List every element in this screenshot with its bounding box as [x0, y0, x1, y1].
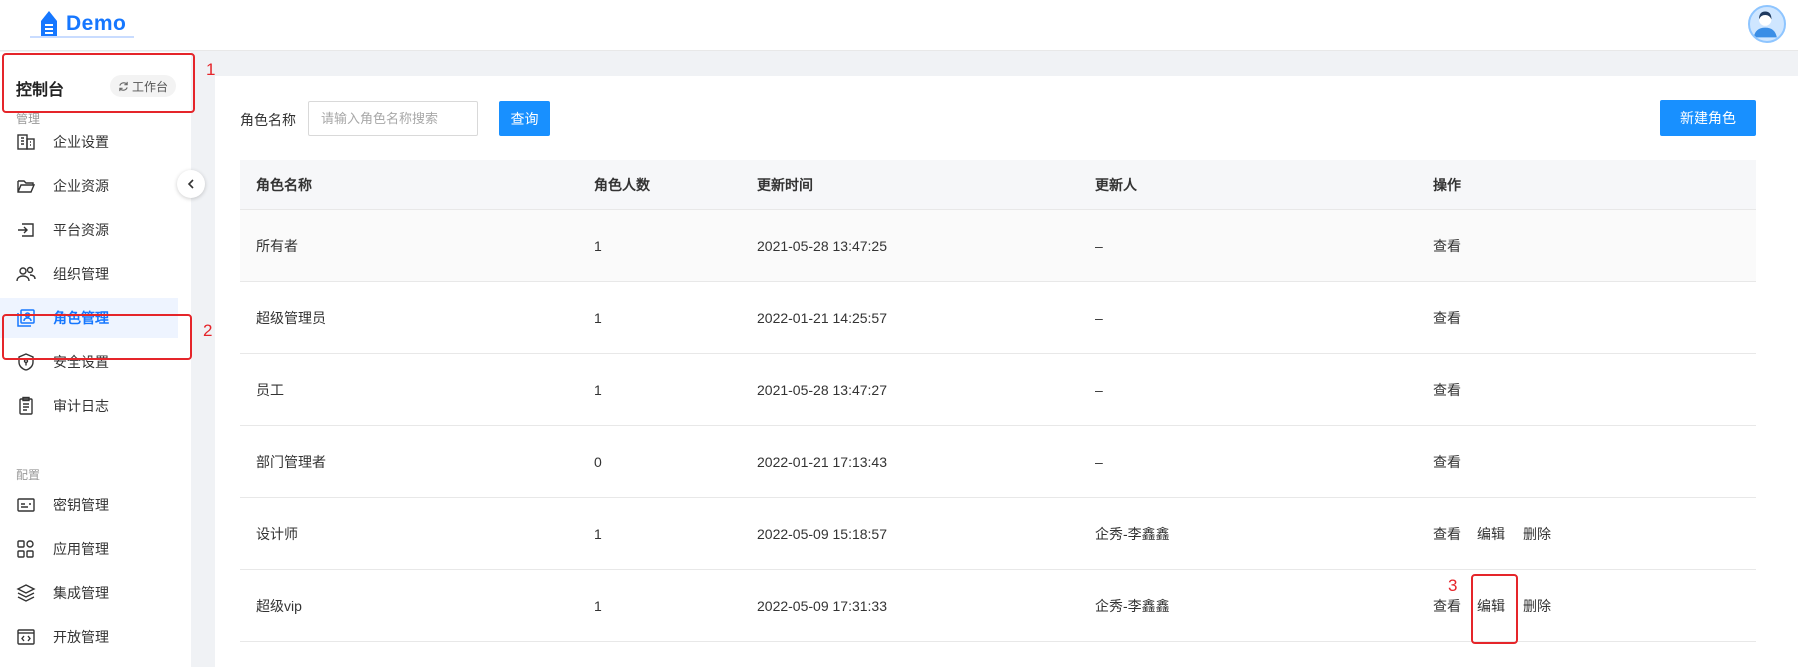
- sidebar-item-enterprise-settings[interactable]: 企业设置: [0, 122, 178, 162]
- sidebar-item-key-management[interactable]: 密钥管理: [0, 485, 178, 525]
- updater: –: [1095, 310, 1103, 326]
- column-header-name: 角色名称: [256, 177, 312, 193]
- layers-icon: [15, 582, 37, 604]
- query-button[interactable]: 查询: [499, 101, 550, 136]
- update-time: 2022-05-09 15:18:57: [757, 526, 887, 542]
- role-count: 1: [594, 598, 602, 614]
- role-name-filter-label: 角色名称: [240, 112, 296, 128]
- sidebar-item-app-management[interactable]: 应用管理: [0, 529, 178, 569]
- column-header-updater: 更新人: [1095, 177, 1137, 193]
- role-name: 部门管理者: [256, 454, 326, 470]
- sidebar-item-audit-log[interactable]: 审计日志: [0, 386, 178, 426]
- sidebar-item-label: 审计日志: [53, 398, 109, 414]
- section-label-config: 配置: [16, 468, 41, 482]
- login-icon: [15, 219, 37, 241]
- view-link[interactable]: 查看: [1433, 426, 1461, 498]
- updater: 企秀-李鑫鑫: [1095, 598, 1170, 614]
- table-row: 员工 1 2021-05-28 13:47:27 – 查看: [240, 354, 1756, 426]
- role-name: 超级vip: [256, 598, 302, 614]
- updater: –: [1095, 454, 1103, 470]
- table-row: 超级管理员 1 2022-01-21 14:25:57 – 查看: [240, 282, 1756, 354]
- table-header: 角色名称 角色人数 更新时间 更新人 操作: [240, 160, 1756, 210]
- update-time: 2022-01-21 17:13:43: [757, 454, 887, 470]
- role-name: 所有者: [256, 238, 298, 254]
- main-content: 角色名称 查询 新建角色 角色名称 角色人数 更新时间 更新人 操作 所有者 1…: [215, 76, 1798, 667]
- table-row: 部门管理者 0 2022-01-21 17:13:43 – 查看: [240, 426, 1756, 498]
- building-logo-icon: [41, 11, 57, 37]
- view-link[interactable]: 查看: [1433, 498, 1461, 570]
- code-window-icon: [15, 626, 37, 648]
- sidebar-item-label: 平台资源: [53, 222, 109, 238]
- role-name: 员工: [256, 382, 284, 398]
- building-icon: [15, 131, 37, 153]
- clipboard-icon: [15, 395, 37, 417]
- updater: 企秀-李鑫鑫: [1095, 526, 1170, 542]
- sidebar-item-open-management[interactable]: 开放管理: [0, 617, 178, 657]
- sidebar-item-label: 开放管理: [53, 629, 109, 645]
- sidebar-item-label: 企业设置: [53, 134, 109, 150]
- chevron-left-icon: [187, 179, 194, 189]
- role-count: 1: [594, 526, 602, 542]
- new-role-button[interactable]: 新建角色: [1660, 100, 1756, 136]
- table-row: 所有者 1 2021-05-28 13:47:25 – 查看: [240, 210, 1756, 282]
- role-count: 0: [594, 454, 602, 470]
- annotation-number-1: 1: [206, 60, 216, 79]
- update-time: 2022-05-09 17:31:33: [757, 598, 887, 614]
- role-count: 1: [594, 238, 602, 254]
- avatar[interactable]: [1748, 5, 1786, 43]
- annotation-number-2: 2: [203, 321, 213, 340]
- table-row: 设计师 1 2022-05-09 15:18:57 企秀-李鑫鑫 查看 编辑 删…: [240, 498, 1756, 570]
- apps-grid-icon: [15, 538, 37, 560]
- folder-open-icon: [15, 175, 37, 197]
- role-name: 超级管理员: [256, 310, 326, 326]
- role-search-input[interactable]: [308, 101, 478, 136]
- update-time: 2021-05-28 13:47:27: [757, 382, 887, 398]
- annotation-number-3: 3: [1448, 576, 1458, 595]
- sidebar-item-integration[interactable]: 集成管理: [0, 573, 178, 613]
- logo-underline: [30, 36, 134, 38]
- key-card-icon: [15, 494, 37, 516]
- update-time: 2022-01-21 14:25:57: [757, 310, 887, 326]
- updater: –: [1095, 238, 1103, 254]
- sidebar-item-label: 企业资源: [53, 178, 109, 194]
- view-link[interactable]: 查看: [1433, 354, 1461, 426]
- sidebar-item-platform-resources[interactable]: 平台资源: [0, 210, 178, 250]
- role-count: 1: [594, 382, 602, 398]
- role-name: 设计师: [256, 526, 298, 542]
- view-link[interactable]: 查看: [1433, 282, 1461, 354]
- column-header-actions: 操作: [1433, 177, 1461, 193]
- role-table: 角色名称 角色人数 更新时间 更新人 操作 所有者 1 2021-05-28 1…: [240, 160, 1756, 642]
- view-link[interactable]: 查看: [1433, 210, 1461, 282]
- role-count: 1: [594, 310, 602, 326]
- logo-text: Demo: [66, 12, 127, 35]
- delete-link[interactable]: 删除: [1523, 498, 1551, 570]
- sidebar-item-label: 组织管理: [53, 266, 109, 282]
- annotation-box-role-management: [2, 314, 192, 360]
- delete-link[interactable]: 删除: [1523, 570, 1551, 642]
- sidebar-item-label: 密钥管理: [53, 497, 109, 513]
- sidebar-item-organization[interactable]: 组织管理: [0, 254, 178, 294]
- update-time: 2021-05-28 13:47:25: [757, 238, 887, 254]
- edit-link[interactable]: 编辑: [1477, 498, 1505, 570]
- table-row: 超级vip 1 2022-05-09 17:31:33 企秀-李鑫鑫 查看 编辑…: [240, 570, 1756, 642]
- sidebar-item-label: 应用管理: [53, 541, 109, 557]
- sidebar-collapse-button[interactable]: [177, 170, 205, 198]
- updater: –: [1095, 382, 1103, 398]
- user-avatar-icon: [1753, 11, 1777, 38]
- top-bar: Demo: [0, 0, 1798, 51]
- sidebar-item-label: 集成管理: [53, 585, 109, 601]
- users-icon: [15, 263, 37, 285]
- column-header-time: 更新时间: [757, 177, 813, 193]
- column-header-count: 角色人数: [594, 177, 650, 193]
- annotation-box-edit: [1471, 574, 1518, 644]
- annotation-box-console: [2, 53, 195, 113]
- sidebar-item-enterprise-resources[interactable]: 企业资源: [0, 166, 178, 206]
